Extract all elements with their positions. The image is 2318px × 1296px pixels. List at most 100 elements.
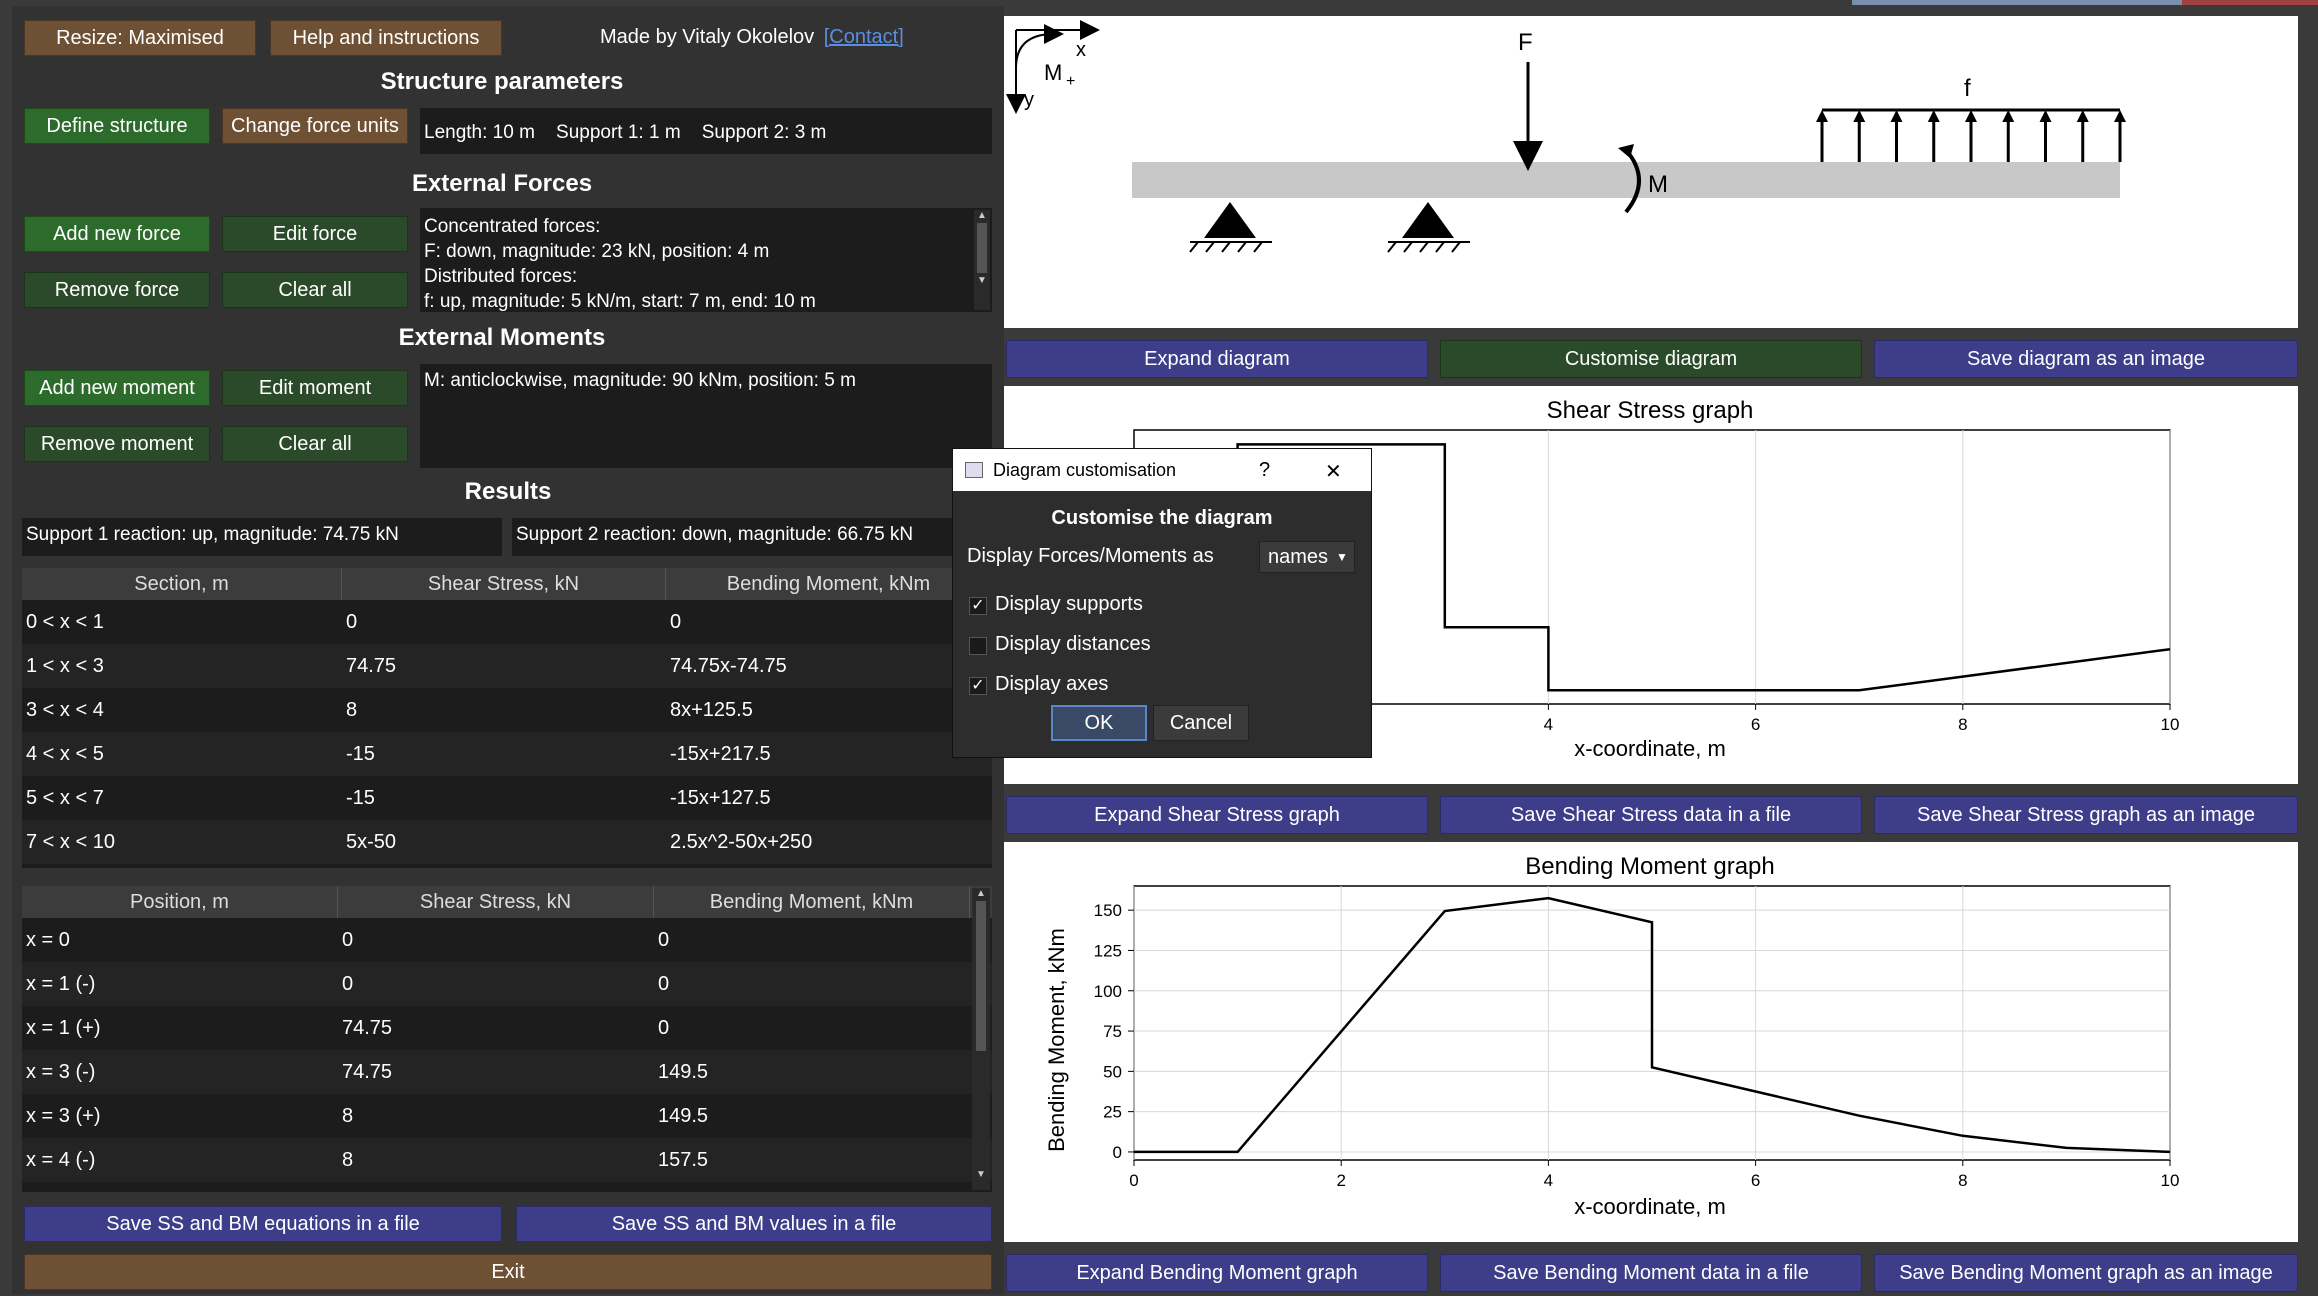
ok-button[interactable]: OK xyxy=(1051,705,1147,741)
save-diagram-button[interactable]: Save diagram as an image xyxy=(1874,340,2298,378)
supports-label[interactable]: Display supports xyxy=(995,593,1143,616)
table-cell: x = 3 (-) xyxy=(26,1060,96,1083)
table-row[interactable]: x = 3 (-) 74.75 149.5 xyxy=(22,1050,992,1094)
structure-info: Length: 10 m Support 1: 1 m Support 2: 3… xyxy=(420,108,992,154)
save-shear-data-button[interactable]: Save Shear Stress data in a file xyxy=(1440,796,1862,834)
forces-line: Concentrated forces: xyxy=(424,216,601,237)
positions-scrollbar[interactable]: ▲ ▼ xyxy=(972,888,990,1190)
shear-graph-xlabel: x-coordinate, m xyxy=(1574,736,1726,761)
expand-diagram-button[interactable]: Expand diagram xyxy=(1006,340,1428,378)
x-tick-label: 10 xyxy=(2161,1171,2180,1190)
forces-list[interactable]: Concentrated forces: F: down, magnitude:… xyxy=(420,208,992,312)
table-cell: 1 < x < 3 xyxy=(26,654,104,677)
table-cell: 0 xyxy=(342,928,354,951)
x-tick-label: 8 xyxy=(1958,1171,1967,1190)
x-tick-label: 8 xyxy=(1958,715,1967,734)
y-tick-label: 150 xyxy=(1094,901,1122,920)
col-header[interactable]: Bending Moment, kNm xyxy=(654,886,970,918)
x-tick-label: 2 xyxy=(1336,1171,1345,1190)
distances-label[interactable]: Display distances xyxy=(995,633,1151,656)
clear-forces-button[interactable]: Clear all xyxy=(222,272,408,308)
bending-graph-xlabel: x-coordinate, m xyxy=(1574,1194,1726,1219)
col-header[interactable]: Shear Stress, kN xyxy=(342,568,666,600)
table-cell: x = 1 (+) xyxy=(26,1016,101,1039)
distributed-load-arrowhead-icon xyxy=(2114,110,2126,122)
table-row[interactable]: x = 1 (+) 74.75 0 xyxy=(22,1006,992,1050)
resize-button[interactable]: Resize: Maximised xyxy=(24,20,256,56)
forces-scrollbar[interactable]: ▲ ▼ xyxy=(974,210,990,310)
table-row[interactable]: 3 < x < 4 8 8x+125.5 xyxy=(22,688,992,732)
clear-moments-button[interactable]: Clear all xyxy=(222,426,408,462)
change-units-button[interactable]: Change force units xyxy=(222,108,408,144)
exit-button[interactable]: Exit xyxy=(24,1254,992,1290)
col-header[interactable]: Position, m xyxy=(22,886,338,918)
col-header[interactable]: Section, m xyxy=(22,568,342,600)
scroll-up-icon[interactable]: ▲ xyxy=(974,210,990,221)
credit-text: Made by Vitaly Okolelov xyxy=(600,26,815,48)
contact-link[interactable]: [Contact] xyxy=(824,26,904,48)
table-cell: -15 xyxy=(346,742,375,765)
save-bending-image-button[interactable]: Save Bending Moment graph as an image xyxy=(1874,1254,2298,1292)
table-cell: 0 xyxy=(658,972,670,995)
customise-diagram-button[interactable]: Customise diagram xyxy=(1440,340,1862,378)
table-row[interactable]: x = 0 0 0 xyxy=(22,918,992,962)
moment-sign-label: M xyxy=(1044,60,1062,85)
axes-checkbox[interactable]: ✓ xyxy=(969,677,987,695)
positions-table: Position, m Shear Stress, kN Bending Mom… xyxy=(22,886,992,1192)
table-cell: 5x-50 xyxy=(346,830,397,853)
moments-title: External Moments xyxy=(398,324,606,351)
scroll-up-icon[interactable]: ▲ xyxy=(972,888,990,899)
table-row[interactable]: 7 < x < 10 5x-50 2.5x^2-50x+250 xyxy=(22,820,992,864)
remove-force-button[interactable]: Remove force xyxy=(24,272,210,308)
cancel-button[interactable]: Cancel xyxy=(1153,705,1249,741)
edit-force-button[interactable]: Edit force xyxy=(222,216,408,252)
scroll-down-icon[interactable]: ▼ xyxy=(972,1169,990,1180)
scroll-thumb[interactable] xyxy=(976,901,986,1051)
save-bending-data-button[interactable]: Save Bending Moment data in a file xyxy=(1440,1254,1862,1292)
expand-bending-button[interactable]: Expand Bending Moment graph xyxy=(1006,1254,1428,1292)
axes-label[interactable]: Display axes xyxy=(995,673,1108,696)
scroll-down-icon[interactable]: ▼ xyxy=(974,275,990,286)
define-structure-button[interactable]: Define structure xyxy=(24,108,210,144)
force-F-label: F xyxy=(1518,29,1533,56)
table-row[interactable]: x = 3 (+) 8 149.5 xyxy=(22,1094,992,1138)
table-cell: 74.75 xyxy=(346,654,397,677)
close-icon[interactable]: ✕ xyxy=(1325,459,1342,484)
moment-M-label: M xyxy=(1648,171,1668,198)
add-force-button[interactable]: Add new force xyxy=(24,216,210,252)
help-icon[interactable]: ? xyxy=(1259,459,1270,482)
expand-shear-button[interactable]: Expand Shear Stress graph xyxy=(1006,796,1428,834)
save-values-button[interactable]: Save SS and BM values in a file xyxy=(516,1206,992,1242)
table-cell: -15x+127.5 xyxy=(670,786,771,809)
display-as-select[interactable]: names ▼ xyxy=(1259,541,1355,573)
table-row[interactable]: 0 < x < 1 0 0 xyxy=(22,600,992,644)
table-row[interactable]: x = 4 (-) 8 157.5 xyxy=(22,1138,992,1182)
table-cell: x = 3 (+) xyxy=(26,1104,101,1127)
table-row[interactable]: 1 < x < 3 74.75 74.75x-74.75 xyxy=(22,644,992,688)
save-equations-button[interactable]: Save SS and BM equations in a file xyxy=(24,1206,502,1242)
bending-graph-panel: Bending Moment graph x-coordinate, m Ben… xyxy=(1004,842,2298,1242)
table-cell: 4 < x < 5 xyxy=(26,742,104,765)
distances-checkbox[interactable] xyxy=(969,637,987,655)
save-shear-image-button[interactable]: Save Shear Stress graph as an image xyxy=(1874,796,2298,834)
x-tick-label: 10 xyxy=(2161,715,2180,734)
moments-list[interactable]: M: anticlockwise, magnitude: 90 kNm, pos… xyxy=(420,364,992,468)
remove-moment-button[interactable]: Remove moment xyxy=(24,426,210,462)
table-row[interactable]: 5 < x < 7 -15 -15x+127.5 xyxy=(22,776,992,820)
col-header[interactable]: Shear Stress, kN xyxy=(338,886,654,918)
bending-moment-line xyxy=(1134,896,2171,1154)
edit-moment-button[interactable]: Edit moment xyxy=(222,370,408,406)
col-header[interactable]: Bending Moment, kNm xyxy=(666,568,992,600)
chevron-down-icon: ▼ xyxy=(1336,550,1348,564)
help-button[interactable]: Help and instructions xyxy=(270,20,502,56)
table-row[interactable]: x = 1 (-) 0 0 xyxy=(22,962,992,1006)
table-cell: 0 < x < 1 xyxy=(26,610,104,633)
table-cell: 0 xyxy=(658,1016,670,1039)
scroll-thumb[interactable] xyxy=(977,223,987,273)
table-row[interactable]: 4 < x < 5 -15 -15x+217.5 xyxy=(22,732,992,776)
table-cell: 74.75 xyxy=(342,1016,393,1039)
supports-checkbox[interactable]: ✓ xyxy=(969,597,987,615)
add-moment-button[interactable]: Add new moment xyxy=(24,370,210,406)
dialog-titlebar[interactable]: Diagram customisation ? ✕ xyxy=(953,449,1371,491)
structure-diagram: x y M + F M f xyxy=(1004,16,2298,328)
